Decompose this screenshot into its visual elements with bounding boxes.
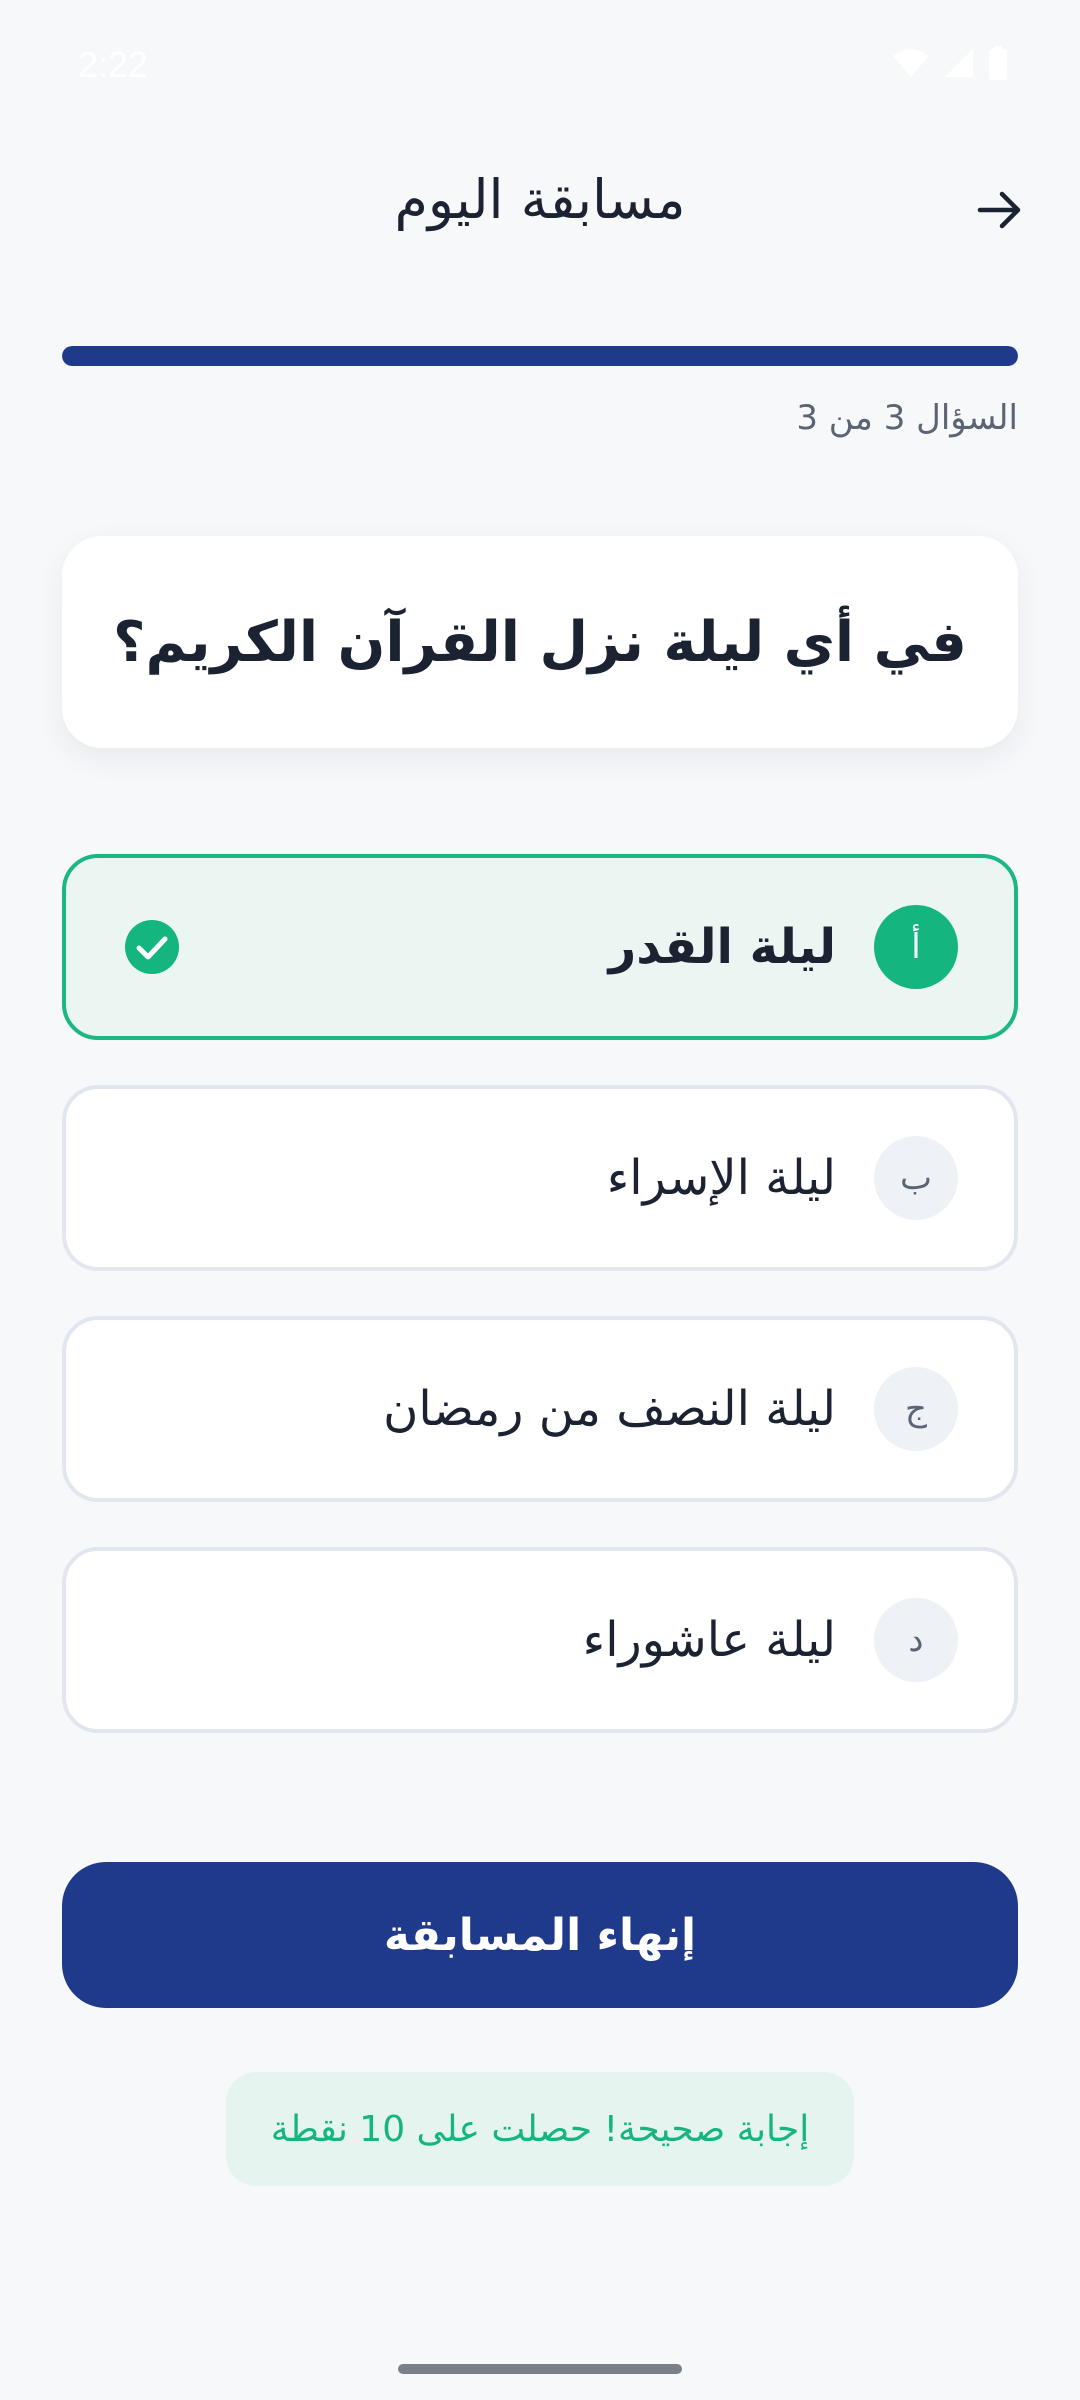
- progress-bar: [62, 346, 1018, 366]
- question-card: في أي ليلة نزل القرآن الكريم؟: [62, 536, 1018, 748]
- option-text: ليلة القدر: [608, 919, 836, 975]
- status-time: 2:22: [78, 44, 149, 85]
- home-indicator[interactable]: [398, 2364, 682, 2374]
- battery-icon: [989, 46, 1007, 80]
- status-icons: [892, 46, 1008, 80]
- arrow-right-icon: [977, 191, 1021, 229]
- option-letter: ج: [874, 1367, 958, 1451]
- option-text: ليلة الإسراء: [606, 1150, 836, 1206]
- option-text: ليلة النصف من رمضان: [383, 1381, 836, 1437]
- header: مسابقة اليوم: [0, 140, 1080, 280]
- question-text: في أي ليلة نزل القرآن الكريم؟: [113, 609, 967, 675]
- back-button[interactable]: [960, 170, 1040, 250]
- option-c[interactable]: ج ليلة النصف من رمضان: [62, 1316, 1018, 1502]
- progress-bar-fill: [62, 346, 1018, 366]
- option-letter: ب: [874, 1136, 958, 1220]
- option-letter: أ: [874, 905, 958, 989]
- option-text: ليلة عاشوراء: [582, 1612, 836, 1668]
- progress-label: السؤال 3 من 3: [796, 398, 1018, 438]
- wifi-icon: [893, 49, 929, 77]
- feedback-banner: إجابة صحيحة! حصلت على 10 نقطة: [226, 2072, 854, 2186]
- option-b[interactable]: ب ليلة الإسراء: [62, 1085, 1018, 1271]
- signal-icon: [945, 49, 973, 77]
- feedback-message: إجابة صحيحة! حصلت على 10 نقطة: [270, 2108, 810, 2150]
- status-bar: 2:22: [0, 0, 1080, 130]
- option-a[interactable]: أ ليلة القدر: [62, 854, 1018, 1040]
- option-letter: د: [874, 1598, 958, 1682]
- check-circle-icon: [125, 920, 179, 974]
- page-title: مسابقة اليوم: [394, 168, 686, 231]
- finish-quiz-button[interactable]: إنهاء المسابقة: [62, 1862, 1018, 2008]
- option-d[interactable]: د ليلة عاشوراء: [62, 1547, 1018, 1733]
